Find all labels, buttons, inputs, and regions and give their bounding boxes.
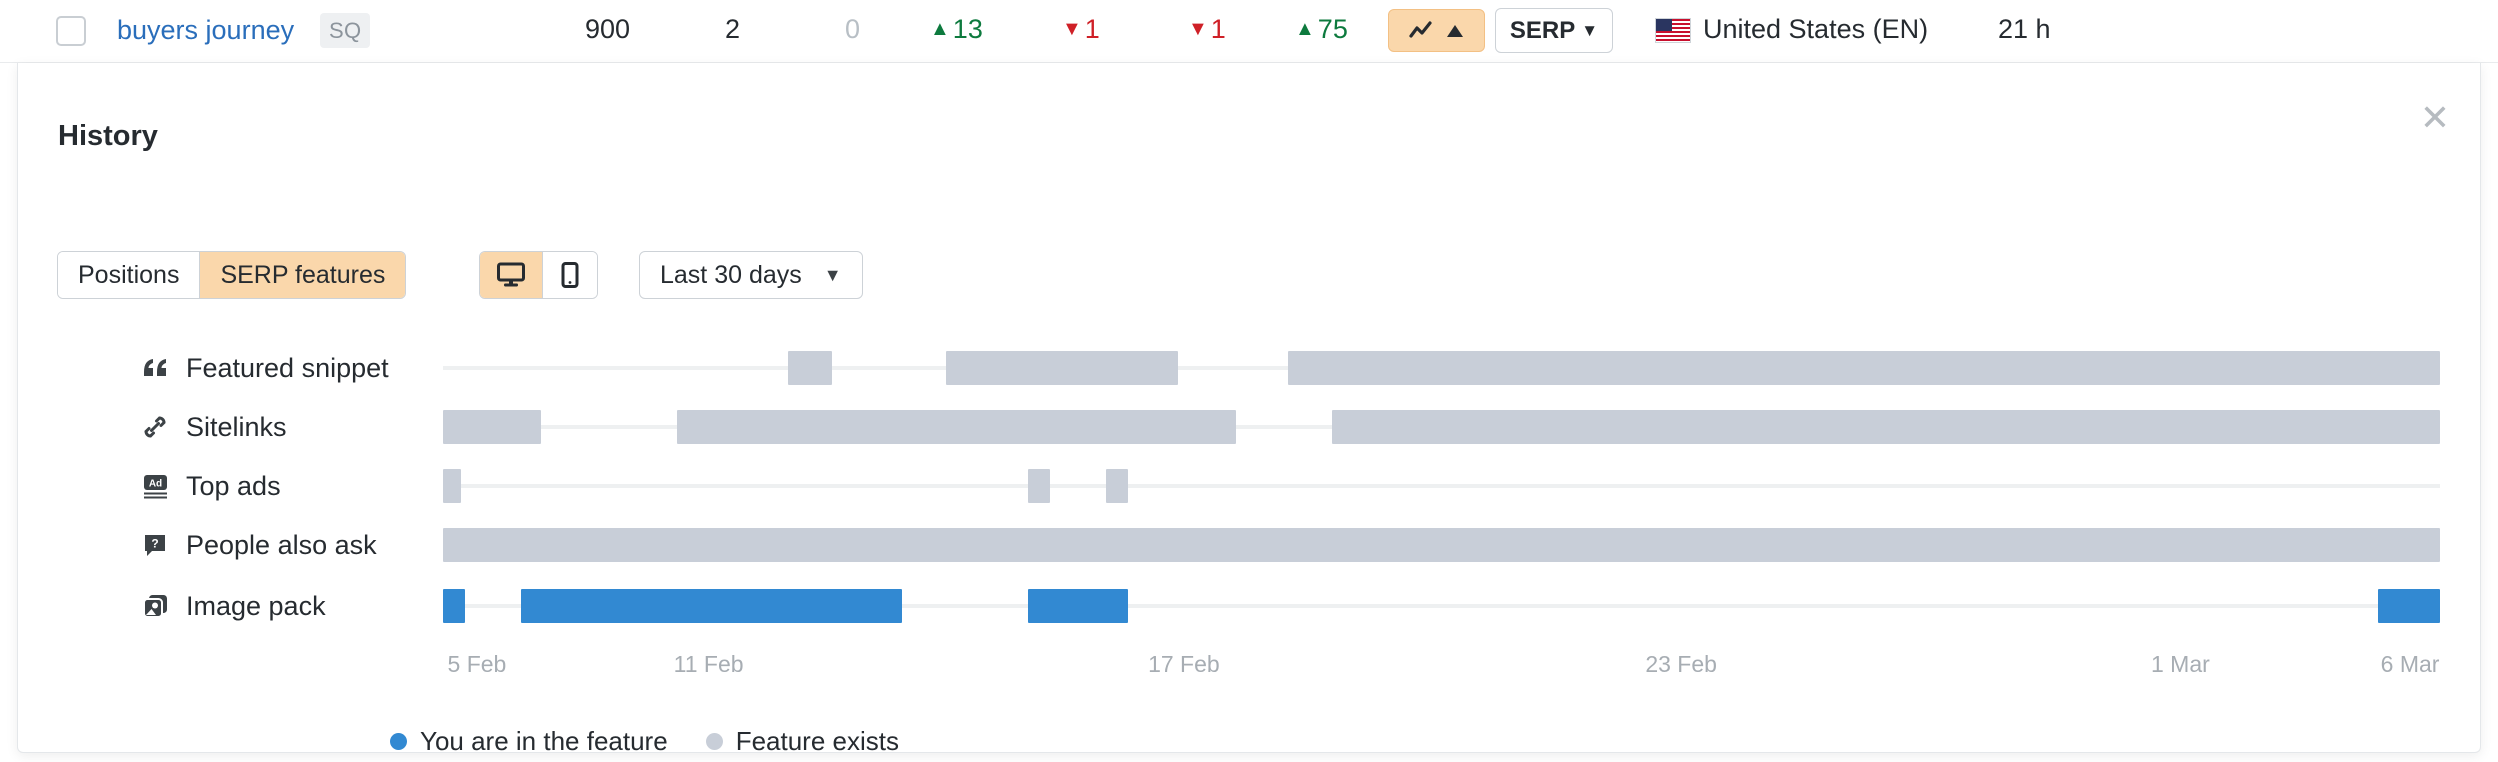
timeline-segment[interactable] [1028,469,1051,503]
history-toggle-button[interactable] [1388,9,1485,52]
legend: You are in the feature Feature exists [390,726,899,757]
history-panel: ✕ History Positions SERP features Last 3… [17,63,2481,756]
legend-dot-blue [390,733,407,750]
trend-chart-icon [1408,20,1432,38]
timeline-row: Sitelinks [18,410,2480,444]
quote-icon [140,353,170,383]
caret-up-icon [1446,24,1463,37]
timeline-segment[interactable] [1106,469,1128,503]
feature-name: Sitelinks [186,411,287,442]
updated-label: 21 h [1998,14,2051,44]
timeline-segment[interactable] [443,410,541,444]
timeline-segment[interactable] [788,351,833,385]
delta-up-icon: ▲ [1295,17,1315,40]
timeline-segment[interactable] [443,528,2440,562]
delta-4-value: 75 [1317,14,1348,44]
legend-label: You are in the feature [420,726,668,756]
svg-text:Ad: Ad [148,478,161,489]
link-icon [140,412,170,442]
location-label: United States (EN) [1703,14,1929,44]
axis-tick-label: 11 Feb [673,651,744,677]
cpc-value: 0 [844,14,860,44]
timeline-segment[interactable] [2378,589,2440,623]
timeline-row: ? People also ask [18,528,2480,562]
keyword-table-row: buyers journey SQ 900 2 0 ▲ 13 ▼ 1 ▼ 1 ▲… [0,0,2498,63]
timeline-row: Image pack [18,589,2480,623]
delta-1-value: 13 [952,14,983,44]
timeline-segment[interactable] [443,469,461,503]
image-pack-icon [140,591,170,621]
timeline-track[interactable] [443,351,2440,385]
timeline-segment[interactable] [1331,410,2440,444]
delta-3-value: 1 [1210,14,1226,44]
sq-badge: SQ [320,13,371,48]
row-select-checkbox[interactable] [56,16,86,46]
legend-label: Feature exists [735,726,899,756]
kd-value: 2 [724,14,740,44]
feature-name: People also ask [186,529,377,560]
delta-down-icon: ▼ [1062,17,1082,40]
timeline-track[interactable] [443,410,2440,444]
serp-dropdown-button[interactable]: SERP ▼ [1495,8,1613,53]
serp-feature-timeline: Featured snippet Sitelinks Ad Top ads ? … [18,63,2480,756]
timeline-row: Ad Top ads [18,469,2480,503]
axis-tick-label: 6 Mar [2380,651,2440,677]
question-bubble-icon: ? [140,530,170,560]
timeline-row: Featured snippet [18,351,2480,385]
timeline-segment[interactable] [1287,351,2440,385]
keyword-history-screen: buyers journey SQ 900 2 0 ▲ 13 ▼ 1 ▼ 1 ▲… [0,0,2498,762]
feature-name: Top ads [186,470,281,501]
delta-2-value: 1 [1084,14,1100,44]
axis-tick-label: 5 Feb [447,651,507,677]
chevron-down-icon: ▼ [1581,20,1599,40]
timeline-track[interactable] [443,469,2440,503]
timeline-track[interactable] [443,528,2440,562]
us-flag-icon [1655,18,1691,43]
feature-name: Featured snippet [186,352,389,383]
serp-label: SERP [1509,16,1576,44]
axis-tick-label: 17 Feb [1148,651,1220,677]
legend-item-feature-exists: Feature exists [705,726,899,757]
legend-item-in-feature: You are in the feature [390,726,668,757]
delta-3: ▼ 1 [1188,14,1226,45]
timeline-segment[interactable] [1028,589,1128,623]
timeline-segment[interactable] [443,589,465,623]
timeline-segment[interactable] [676,410,1236,444]
timeline-segment[interactable] [946,351,1178,385]
delta-2: ▼ 1 [1062,14,1100,45]
volume-value: 900 [584,14,630,44]
delta-1: ▲ 13 [930,14,983,45]
axis-tick-label: 1 Mar [2150,651,2210,677]
delta-4: ▲ 75 [1295,14,1348,45]
delta-down-icon: ▼ [1188,17,1208,40]
ad-icon: Ad [140,471,170,501]
svg-text:?: ? [151,537,158,551]
delta-up-icon: ▲ [930,17,950,40]
keyword-link[interactable]: buyers journey [117,13,294,47]
axis-tick-label: 23 Feb [1645,651,1717,677]
timeline-segment[interactable] [520,589,903,623]
timeline-axis: 5 Feb 11 Feb 17 Feb 23 Feb 1 Mar 6 Mar [443,651,2440,681]
legend-dot-gray [705,733,723,750]
timeline-track[interactable] [443,589,2440,623]
feature-name: Image pack [186,590,326,621]
